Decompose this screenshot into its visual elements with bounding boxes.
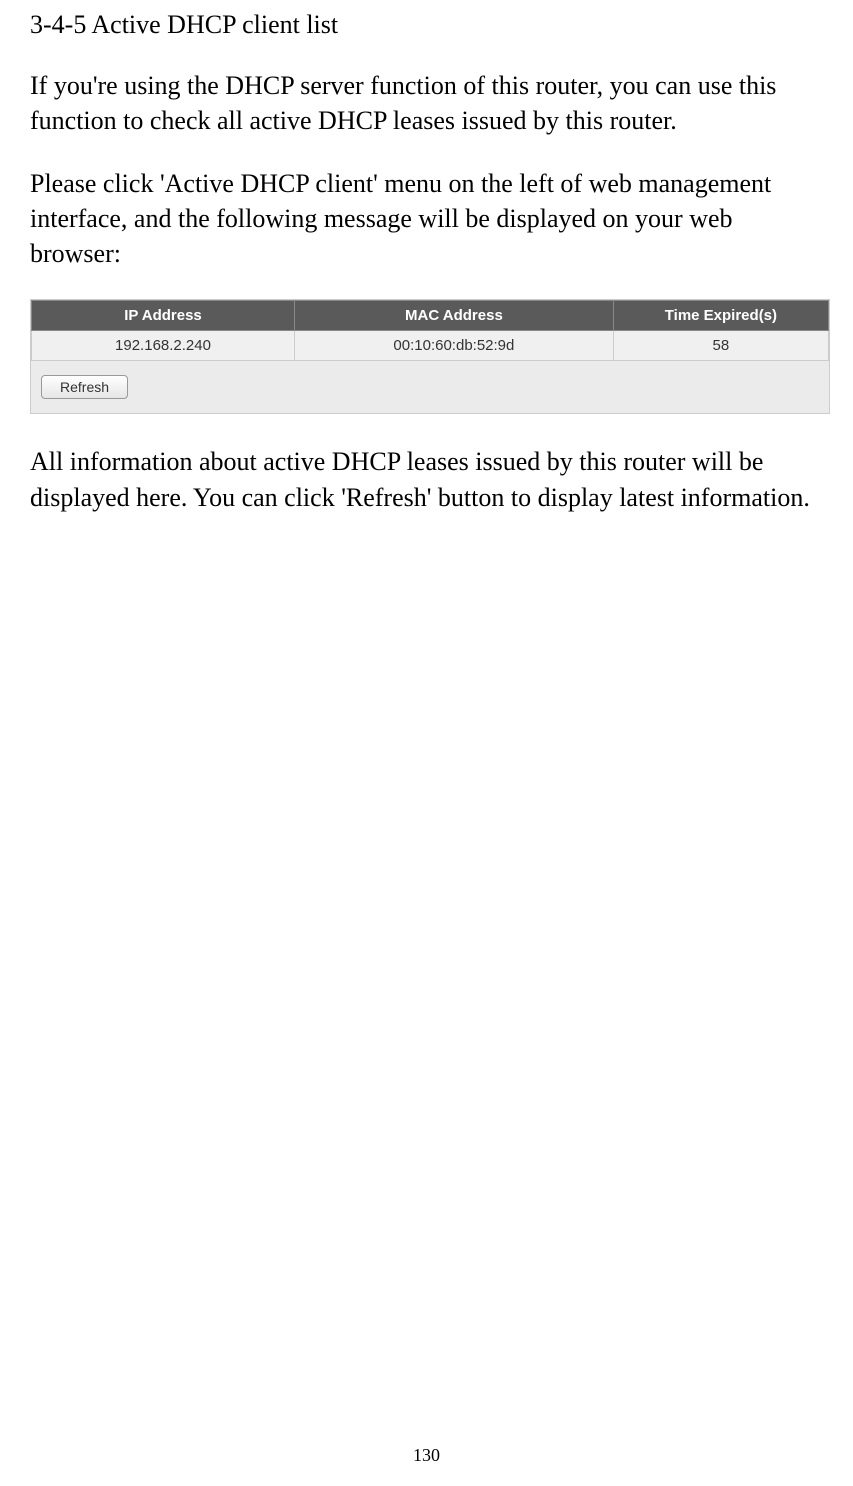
dhcp-client-table: IP Address MAC Address Time Expired(s) 1… xyxy=(31,300,829,361)
dhcp-screenshot: IP Address MAC Address Time Expired(s) 1… xyxy=(30,299,830,414)
info-paragraph-3: All information about active DHCP leases… xyxy=(30,444,823,514)
button-area: Refresh xyxy=(31,361,829,413)
header-mac-address: MAC Address xyxy=(295,301,614,331)
header-ip-address: IP Address xyxy=(32,301,295,331)
header-time-expired: Time Expired(s) xyxy=(613,301,828,331)
table-header-row: IP Address MAC Address Time Expired(s) xyxy=(32,301,829,331)
cell-mac-address: 00:10:60:db:52:9d xyxy=(295,331,614,361)
intro-paragraph-1: If you're using the DHCP server function… xyxy=(30,68,823,138)
intro-paragraph-2: Please click 'Active DHCP client' menu o… xyxy=(30,166,823,271)
cell-ip-address: 192.168.2.240 xyxy=(32,331,295,361)
cell-time-expired: 58 xyxy=(613,331,828,361)
section-heading: 3-4-5 Active DHCP client list xyxy=(30,10,823,40)
refresh-button[interactable]: Refresh xyxy=(41,375,128,399)
page-number: 130 xyxy=(0,1445,853,1466)
table-row: 192.168.2.240 00:10:60:db:52:9d 58 xyxy=(32,331,829,361)
